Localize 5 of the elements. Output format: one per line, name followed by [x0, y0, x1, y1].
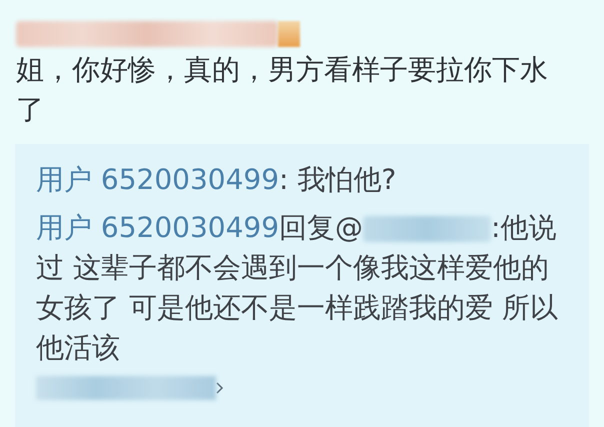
badge-icon — [278, 21, 300, 47]
reply-text: 用户 6520030499: 我怕他? — [36, 162, 398, 198]
comment-text: 姐，你好惨，真的，男方看样子要拉你下水了 — [15, 52, 549, 128]
reply-text: 用户 6520030499回复@ :他说过 这辈子都不会遇到一个像我这样爱他的女孩了 可是他还不是一样践踏我的爱 所以他活该 — [36, 210, 559, 366]
chevron-right-icon — [216, 382, 224, 394]
